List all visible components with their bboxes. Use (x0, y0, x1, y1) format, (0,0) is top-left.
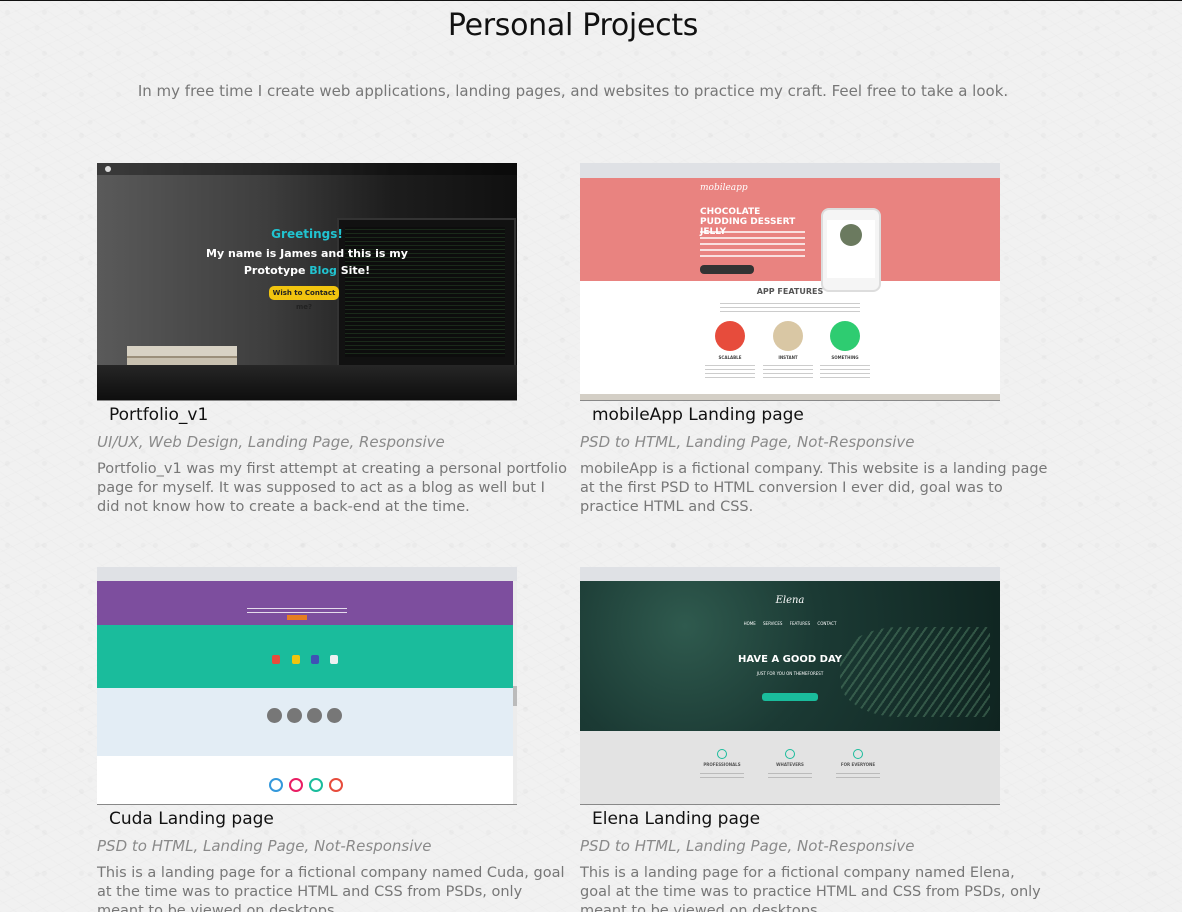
project-card-portfolio[interactable]: Greetings! My name is James and this is … (97, 163, 567, 517)
project-tags: UI/UX, Web Design, Landing Page, Respons… (97, 433, 445, 451)
feature-text (705, 362, 755, 378)
stat-ring (329, 778, 343, 792)
service-item: FOR EVERYONE (828, 749, 888, 778)
preview-hero-text (247, 605, 347, 613)
project-tags: PSD to HTML, Landing Page, Not-Responsiv… (580, 433, 915, 451)
phone-avatar (840, 224, 862, 246)
browser-chrome (97, 567, 517, 582)
feature-label: SOMETHING (831, 355, 859, 360)
preview-footer (580, 394, 1000, 400)
phone-screen (827, 220, 875, 278)
feature-icon-scalable (715, 321, 745, 351)
browser-chrome (580, 163, 1000, 179)
service-icon (311, 655, 319, 664)
feature-text (763, 362, 813, 378)
preview-navbar (97, 163, 517, 175)
preview-cta-button (762, 693, 818, 701)
project-name[interactable]: Cuda Landing page (109, 809, 567, 829)
service-text (768, 770, 812, 778)
project-card-cuda[interactable]: Cuda Landing page PSD to HTML, Landing P… (97, 567, 567, 912)
project-name[interactable]: Elena Landing page (592, 809, 1050, 829)
preview-subheadline: JUST FOR YOU ON THEMEFOREST (756, 671, 824, 676)
project-name[interactable]: mobileApp Landing page (592, 405, 1050, 425)
preview-services (97, 625, 517, 688)
team-avatar (307, 708, 322, 723)
preview-logo: Elena (775, 595, 805, 606)
team-avatar (327, 708, 342, 723)
service-text (700, 770, 744, 778)
project-description: This is a landing page for a fictional c… (97, 865, 565, 912)
preview-features-title: APP FEATURES (756, 287, 824, 296)
service-icon (785, 749, 795, 759)
feature-text (820, 362, 870, 378)
preview-features-text (720, 300, 860, 312)
preview-intro-line2-post: Site! (336, 264, 371, 277)
feature-icon-something (830, 321, 860, 351)
preview-hero-button (287, 615, 307, 620)
preview-logo-icon (105, 166, 111, 172)
project-description: This is a landing page for a fictional c… (580, 865, 1041, 912)
preview-nav-links: HOME SERVICES FEATURES CONTACT (743, 621, 837, 626)
project-thumbnail[interactable]: mobileapp CHOCOLATE PUDDING DESSERT JELL… (580, 163, 1000, 401)
preview-scrollbar-thumb (513, 686, 517, 706)
preview-download-button (700, 265, 754, 274)
preview-intro-line2-pre: Prototype (243, 264, 310, 277)
project-name[interactable]: Portfolio_v1 (109, 405, 567, 425)
project-card-elena[interactable]: Elena HOME SERVICES FEATURES CONTACT HAV… (580, 567, 1050, 912)
project-card-mobileapp[interactable]: mobileapp CHOCOLATE PUDDING DESSERT JELL… (580, 163, 1050, 517)
service-text (836, 770, 880, 778)
project-description: mobileApp is a fictional company. This w… (580, 461, 1048, 515)
feature-label: SCALABLE (718, 355, 742, 360)
stat-ring (269, 778, 283, 792)
service-label: WHATEVERS (776, 762, 804, 767)
preview-team (97, 688, 517, 756)
service-icon (717, 749, 727, 759)
stat-ring (309, 778, 323, 792)
service-label: PROFESSIONALS (703, 762, 741, 767)
top-border (0, 0, 1182, 1)
project-tags: PSD to HTML, Landing Page, Not-Responsiv… (97, 837, 432, 855)
preview-intro: My name is James and this is my Prototyp… (197, 245, 417, 279)
preview-intro-highlight: Blog (309, 264, 337, 277)
service-icon (292, 655, 300, 664)
preview-scrollbar (513, 581, 517, 804)
service-item: WHATEVERS (760, 749, 820, 778)
preview-greeting: Greetings! (271, 227, 343, 241)
service-icon (272, 655, 280, 664)
project-thumbnail[interactable] (97, 567, 517, 805)
team-avatar (267, 708, 282, 723)
preview-logo: mobileapp (700, 183, 748, 193)
desk-image (97, 365, 517, 400)
project-thumbnail[interactable]: Elena HOME SERVICES FEATURES CONTACT HAV… (580, 567, 1000, 805)
service-label: FOR EVERYONE (840, 762, 876, 767)
page-title: Personal Projects (447, 8, 699, 43)
feature-icon-instant (773, 321, 803, 351)
stat-ring (289, 778, 303, 792)
preview-headline: HAVE A GOOD DAY (737, 654, 843, 665)
feature-label: INSTANT (778, 355, 798, 360)
project-thumbnail[interactable]: Greetings! My name is James and this is … (97, 163, 517, 401)
project-tags: PSD to HTML, Landing Page, Not-Responsiv… (580, 837, 915, 855)
page-subtitle: In my free time I create web application… (137, 82, 1009, 100)
service-icon (853, 749, 863, 759)
preview-paragraph (700, 231, 805, 257)
preview-hero (97, 581, 517, 625)
project-description: Portfolio_v1 was my first attempt at cre… (97, 461, 567, 515)
service-item: PROFESSIONALS (692, 749, 752, 778)
preview-contact-button: Wish to Contact me? (269, 286, 339, 311)
browser-chrome (580, 567, 1000, 582)
preview-intro-line1: My name is James and this is my (206, 247, 408, 260)
service-icon (330, 655, 338, 664)
team-avatar (287, 708, 302, 723)
phone-mockup (821, 208, 881, 292)
